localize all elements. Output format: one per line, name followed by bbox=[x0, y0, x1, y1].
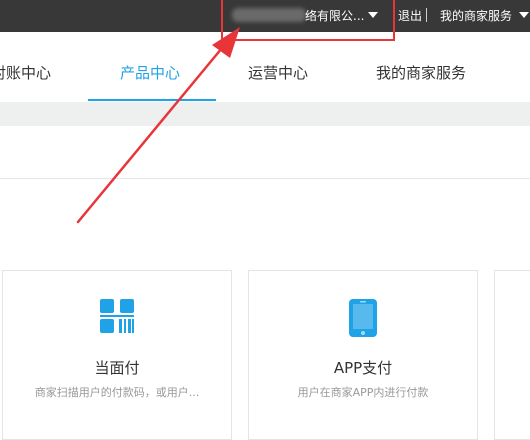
logout-link[interactable]: 退出 bbox=[398, 8, 422, 24]
my-service-menu[interactable]: 我的商家服务 bbox=[440, 8, 512, 24]
product-card[interactable]: 当面付 商家扫描用户的付款码，或用户... bbox=[2, 270, 232, 440]
tab-my-service[interactable]: 我的商家服务 bbox=[376, 62, 466, 83]
product-description: 商家扫描用户的付款码，或用户... bbox=[34, 386, 200, 399]
divider bbox=[426, 8, 427, 22]
tab-operations[interactable]: 运营中心 bbox=[248, 62, 308, 83]
chevron-down-icon[interactable] bbox=[519, 12, 529, 18]
main-nav: 对账中心 产品中心 运营中心 我的商家服务 bbox=[0, 32, 530, 102]
product-card[interactable]: APP支付 用户在商家APP内进行付款 bbox=[248, 270, 478, 440]
active-tab-indicator bbox=[88, 99, 216, 101]
mobile-phone-icon bbox=[349, 299, 377, 341]
section-divider-band bbox=[0, 102, 530, 126]
product-title: 当面付 bbox=[94, 359, 140, 377]
subheader-area bbox=[0, 126, 530, 179]
tab-products[interactable]: 产品中心 bbox=[120, 62, 180, 83]
product-title: APP支付 bbox=[333, 359, 393, 377]
product-description: 用户在商家APP内进行付款 bbox=[297, 386, 429, 399]
product-card-partial[interactable] bbox=[494, 270, 530, 440]
annotation-highlight-box bbox=[221, 0, 395, 41]
tab-reconciliation[interactable]: 对账中心 bbox=[0, 62, 51, 83]
qrcode-scan-icon bbox=[100, 299, 134, 337]
